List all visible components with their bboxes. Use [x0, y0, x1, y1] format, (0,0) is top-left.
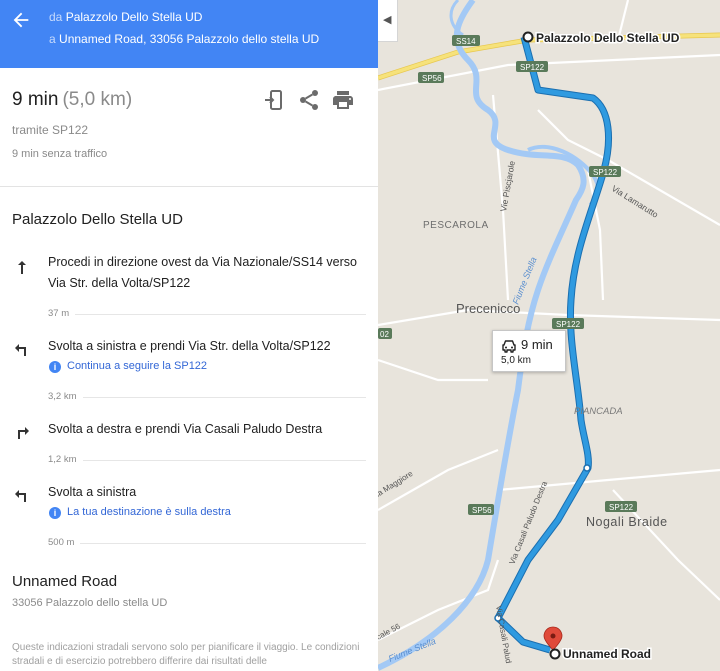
step-distance-label: 1,2 km — [48, 454, 83, 465]
step-text: Procedi in direzione ovest da Via Nazion… — [48, 255, 357, 290]
step-distance-label: 37 m — [48, 308, 76, 319]
road-shield: SP122 — [609, 503, 634, 512]
chevron-left-icon: ◀ — [383, 14, 392, 26]
step-note[interactable]: i La tua destinazione è sulla destra — [49, 506, 231, 519]
road-shield: SP122 — [520, 63, 545, 72]
street-label: Fiume Stella — [387, 636, 437, 664]
step-distance-label: 3,2 km — [48, 391, 83, 402]
step-note-text: Continua a seguire la SP122 — [67, 360, 208, 372]
road-shield: SS14 — [456, 37, 476, 46]
back-arrow-icon[interactable] — [10, 9, 32, 31]
place-label: Nogali Braide — [586, 515, 668, 529]
place-label: PIANCADA — [574, 406, 623, 417]
route-waypoint — [583, 464, 591, 472]
step-text: Svolta a sinistra — [48, 485, 137, 499]
street-label: la Maggiore — [378, 469, 415, 499]
info-icon: i — [49, 507, 61, 519]
street-label: Via Lamarutto — [610, 183, 660, 220]
origin-title: Palazzolo Dello Stella UD — [12, 211, 183, 228]
road-shield: SP56 — [472, 506, 492, 515]
print-icon[interactable] — [331, 88, 355, 112]
road-shield: SP122 — [593, 168, 618, 177]
step-distance: 3,2 km — [48, 391, 366, 403]
route-traffic: 9 min senza traffico — [12, 148, 108, 160]
route-summary: 9 min (5,0 km) — [12, 89, 132, 111]
disclaimer-text: Queste indicazioni stradali servono solo… — [12, 642, 360, 667]
share-icon[interactable] — [297, 88, 321, 112]
road-shield: 02 — [380, 330, 389, 339]
turn-right-icon — [18, 427, 29, 439]
from-location[interactable]: da Palazzolo Dello Stella UD — [49, 10, 202, 24]
route-distance: (5,0 km) — [62, 89, 133, 110]
origin-marker-icon[interactable] — [522, 31, 534, 43]
to-name: Unnamed Road, 33056 Palazzolo dello stel… — [59, 32, 320, 46]
step-distance: 37 m — [48, 308, 366, 320]
destination-map-label: Unnamed Road — [563, 647, 651, 661]
to-location[interactable]: a Unnamed Road, 33056 Palazzolo dello st… — [49, 32, 319, 46]
step-distance: 500 m — [48, 537, 366, 549]
step-text: Svolta a destra e prendi Via Casali Palu… — [48, 422, 323, 436]
destination-marker-icon[interactable] — [549, 648, 561, 660]
step-distance-label: 500 m — [48, 537, 81, 548]
street-label: Via Casali Paludo Destra — [508, 480, 550, 566]
send-to-device-icon[interactable] — [262, 88, 286, 112]
road-shield: SP122 — [556, 320, 581, 329]
step-note[interactable]: i Continua a seguire la SP122 — [49, 360, 207, 373]
collapse-panel-button[interactable]: ◀ — [378, 0, 398, 42]
car-icon — [502, 340, 516, 353]
info-icon: i — [49, 361, 61, 373]
place-label: Precenicco — [456, 301, 520, 316]
directions-header: da Palazzolo Dello Stella UD a Unnamed R… — [0, 0, 378, 68]
section-divider — [0, 186, 378, 187]
street-label: cale 56 — [378, 621, 402, 641]
step-text: Svolta a sinistra e prendi Via Str. dell… — [48, 339, 331, 353]
step-note-text: La tua destinazione è sulla destra — [67, 506, 231, 518]
straight-arrow-icon — [18, 261, 26, 274]
minor-roads — [378, 0, 720, 641]
to-prefix: a — [49, 32, 56, 46]
origin-map-label: Palazzolo Dello Stella UD — [536, 31, 680, 45]
from-name: Palazzolo Dello Stella UD — [65, 10, 203, 24]
route-time-bubble[interactable]: 9 min 5,0 km — [492, 330, 566, 372]
destination-pin-dot — [550, 633, 556, 639]
bubble-distance: 5,0 km — [501, 355, 532, 366]
bubble-time: 9 min — [521, 337, 553, 352]
route-time: 9 min — [12, 89, 59, 110]
place-label: PESCAROLA — [423, 220, 489, 231]
step-distance: 1,2 km — [48, 454, 366, 466]
from-prefix: da — [49, 10, 63, 24]
destination-title: Unnamed Road — [12, 573, 118, 590]
turn-left-icon — [15, 490, 26, 502]
road-shield: SP56 — [422, 74, 442, 83]
turn-left-icon — [15, 344, 26, 356]
destination-address: 33056 Palazzolo dello stella UD — [12, 597, 168, 609]
directions-panel: da Palazzolo Dello Stella UD a Unnamed R… — [0, 0, 378, 671]
route-via: tramite SP122 — [12, 123, 89, 137]
